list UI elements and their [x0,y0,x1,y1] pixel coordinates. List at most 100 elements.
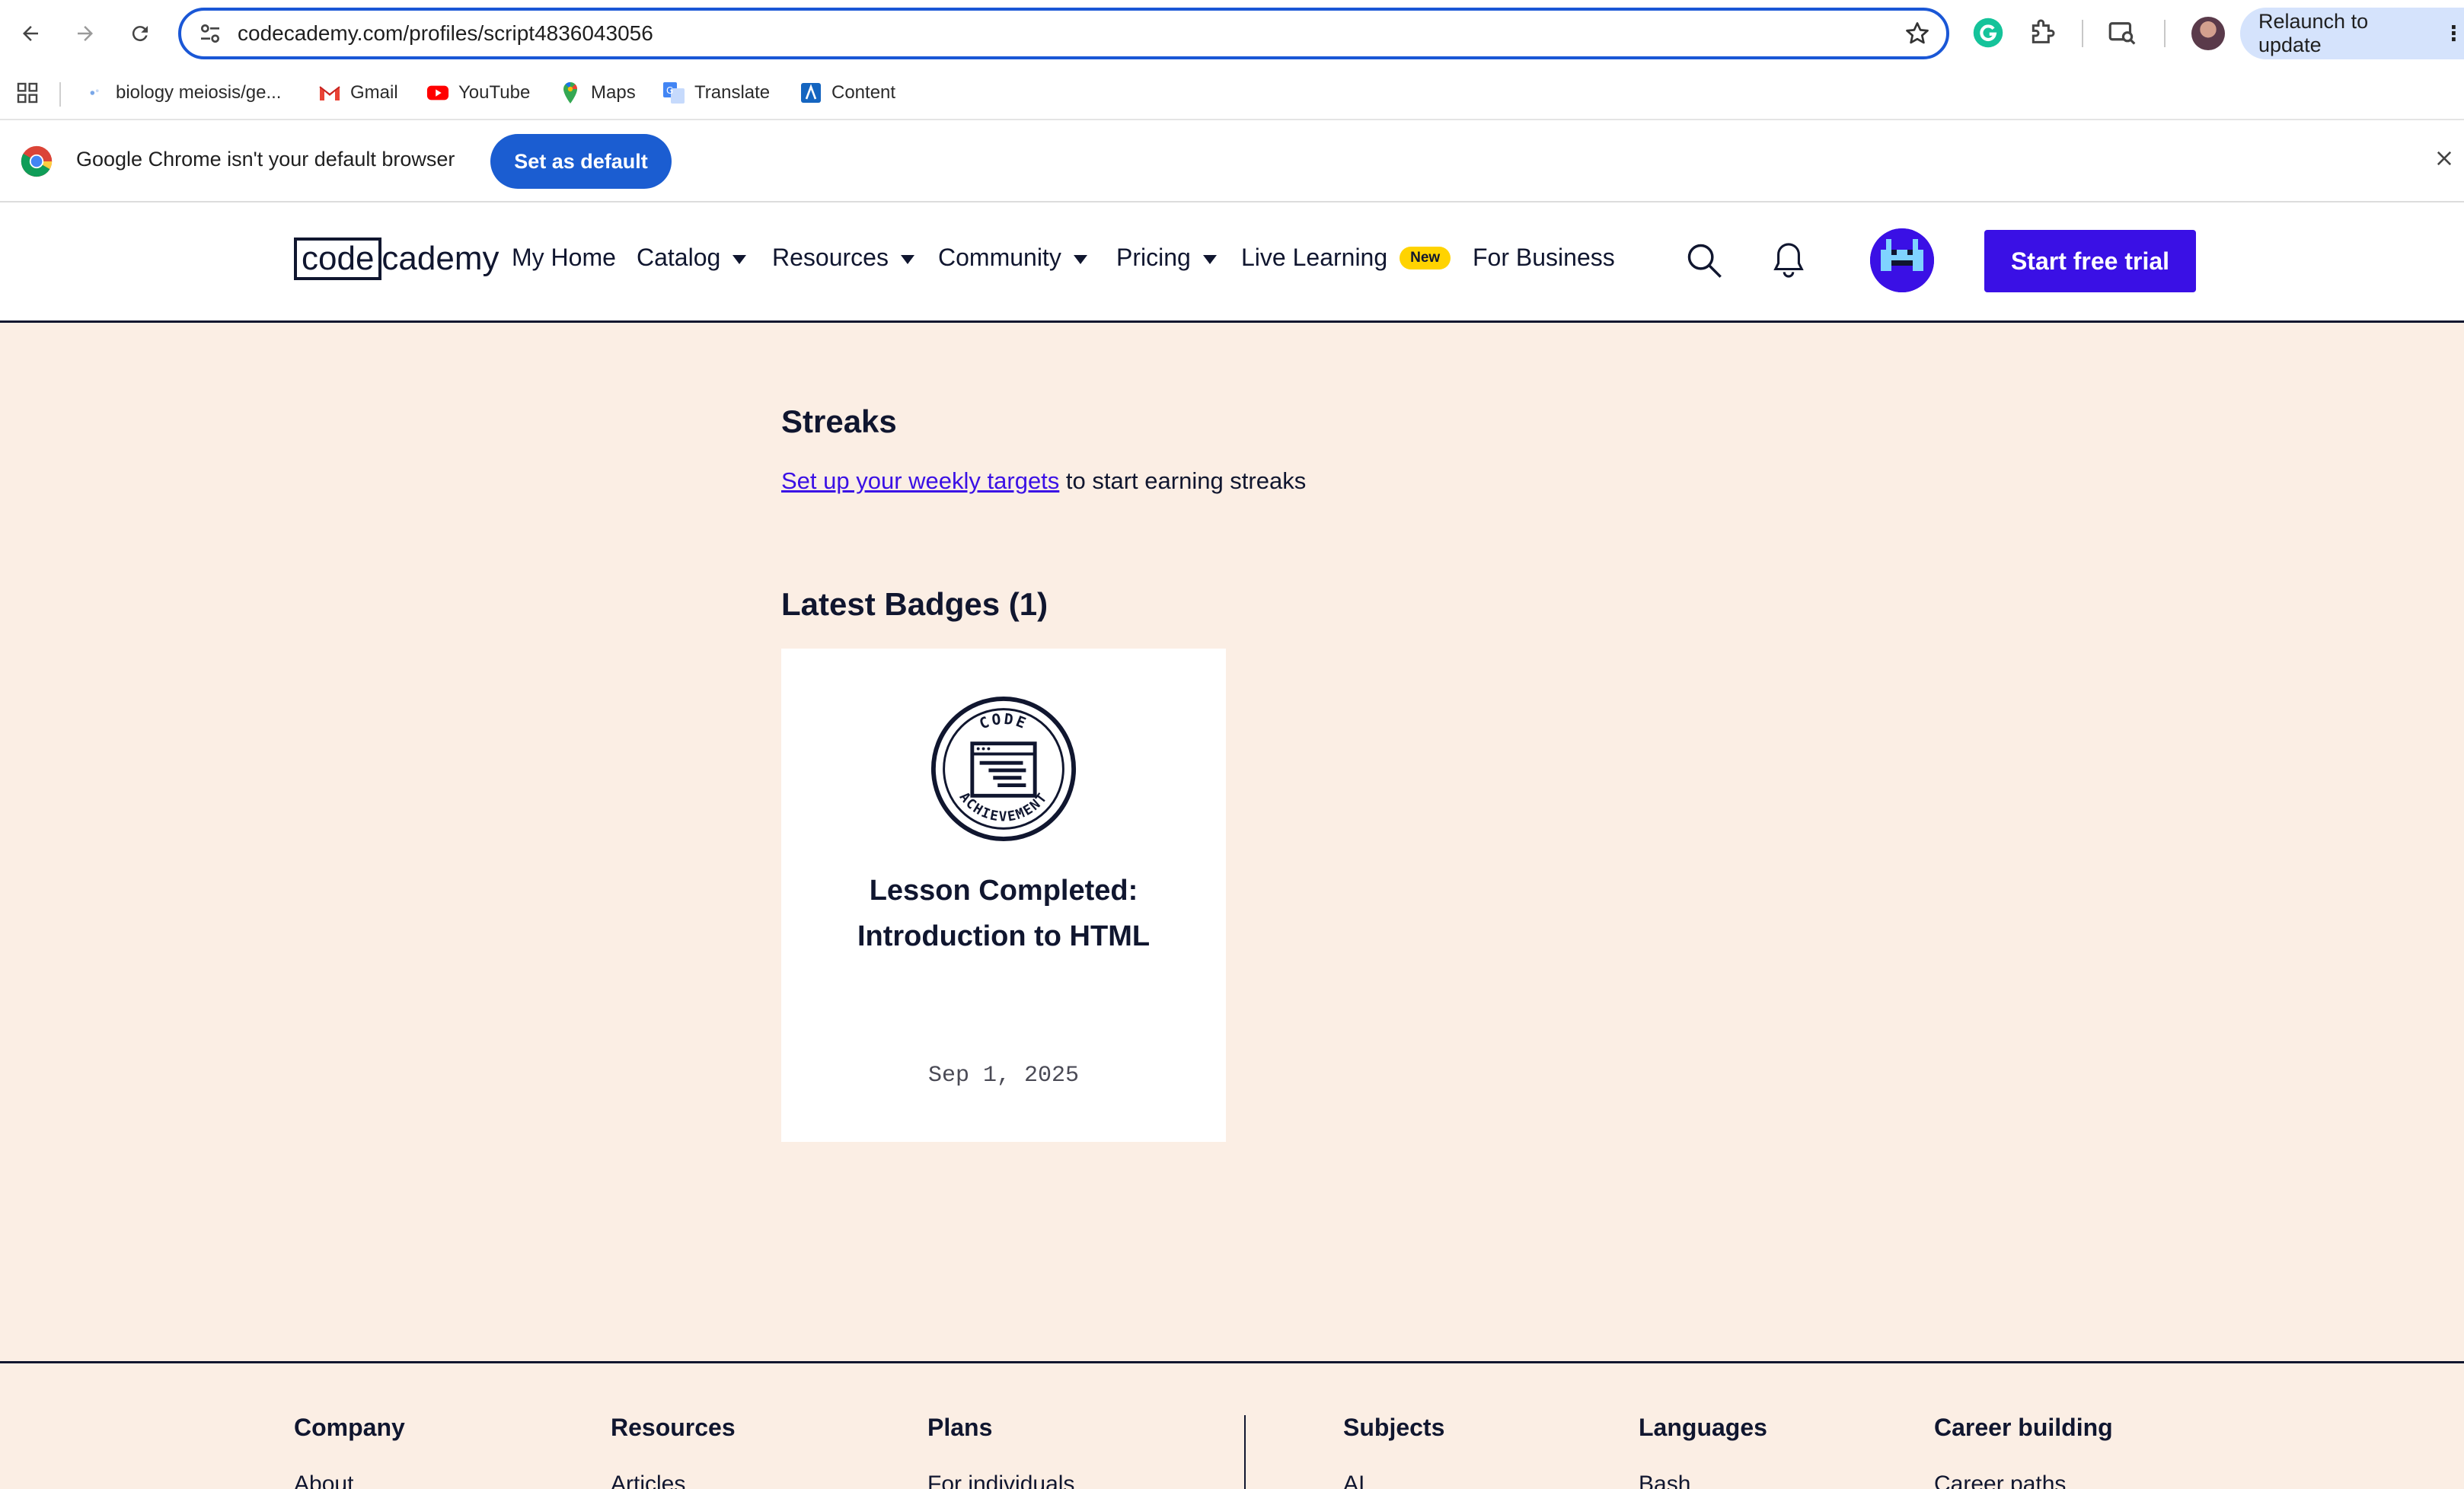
footer-link[interactable]: Career paths [1934,1471,2066,1489]
site-icon [84,81,107,104]
badge-date: Sep 1, 2025 [927,1063,1080,1089]
caret-down-icon [900,254,914,264]
footer-heading-subjects: Subjects [1343,1414,1445,1441]
streaks-suffix: to start earning streaks [1059,467,1307,494]
badge-title-line: Introduction to HTML [857,920,1151,952]
bookmark-youtube[interactable]: YouTube [426,79,530,107]
relaunch-button[interactable]: Relaunch to update ⋮ [2240,8,2464,59]
footer-link[interactable]: About [294,1471,353,1489]
url-text[interactable]: codecademy.com/profiles/script4836043056 [238,20,653,47]
footer-heading-languages: Languages [1639,1414,1767,1441]
svg-text:G: G [666,85,673,96]
nav-for-business[interactable]: For Business [1473,244,1615,272]
back-arrow-icon [23,26,38,41]
codecademy-logo[interactable]: code cademy [294,236,500,282]
logo-boxed-text: code [294,238,382,280]
user-avatar[interactable] [1870,228,1934,292]
new-badge: New [1400,246,1451,269]
bookmark-biology[interactable]: biology meiosis/ge... [84,79,281,107]
forward-button[interactable] [62,11,108,56]
nav-catalog[interactable]: Catalog [637,244,747,272]
badge-title: Lesson Completed: Introduction to HTML [781,868,1226,959]
browser-toolbar: codecademy.com/profiles/script4836043056… [0,0,2464,67]
streaks-description: Set up your weekly targets to start earn… [781,467,1306,495]
bookmark-label: Gmail [350,82,398,103]
nav-label: My Home [512,244,616,271]
bell-icon[interactable] [1771,241,1806,280]
tab-search-icon[interactable] [2106,17,2138,49]
bookmark-star-icon[interactable] [1904,20,1931,47]
forward-arrow-icon [78,26,93,41]
code-achievement-badge-icon: CODE ACHIEVEMENT [930,696,1077,842]
footer-link[interactable]: AI [1343,1471,1364,1489]
nav-label: Community [938,244,1061,271]
toolbar-divider [2164,20,2166,47]
caret-down-icon [732,254,747,264]
streaks-heading: Streaks [781,403,897,439]
site-header: code cademy My Home Catalog Resources Com… [0,202,2464,323]
default-browser-infobar: Google Chrome isn't your default browser… [0,120,2464,202]
bookmark-label: YouTube [458,82,531,103]
gmail-icon [318,81,341,104]
footer-link[interactable]: Articles [611,1471,685,1489]
nav-my-home[interactable]: My Home [512,244,616,272]
footer-link[interactable]: Bash [1639,1471,1690,1489]
caret-down-icon [1202,254,1217,264]
bookmark-maps[interactable]: Maps [559,79,636,107]
footer-heading-plans: Plans [927,1414,993,1441]
site-settings-icon[interactable] [198,21,222,46]
nav-label: Catalog [637,244,721,271]
pixel-avatar-icon [1870,228,1934,292]
extensions-icon[interactable] [2027,17,2057,47]
nav-label: Pricing [1116,244,1191,271]
bookmark-label: Maps [591,82,636,103]
toolbar-divider [2082,20,2083,47]
footer-heading-resources: Resources [611,1414,736,1441]
logo-text: cademy [381,240,500,277]
bookmark-label: biology meiosis/ge... [116,82,282,103]
site-footer: Company About Resources Articles Plans F… [0,1361,2464,1489]
translate-icon: G [662,81,685,104]
set-as-default-button[interactable]: Set as default [490,134,672,189]
maps-icon [559,81,582,104]
nav-live-learning[interactable]: Live Learning New [1241,244,1451,272]
footer-link[interactable]: For individuals [927,1471,1074,1489]
footer-divider [1244,1415,1246,1489]
bookmark-translate[interactable]: G Translate [662,79,770,107]
weekly-targets-link[interactable]: Set up your weekly targets [781,467,1059,494]
start-free-trial-button[interactable]: Start free trial [1984,230,2196,292]
relaunch-label: Relaunch to update [2258,10,2369,56]
grammarly-icon[interactable] [1972,17,2004,49]
chrome-logo-icon [21,145,53,177]
badge-card[interactable]: CODE ACHIEVEMENT Lesson Completed: Intro… [781,649,1226,1142]
nav-label: For Business [1473,244,1615,271]
nav-resources[interactable]: Resources [772,244,914,272]
nav-community[interactable]: Community [938,244,1087,272]
footer-heading-company: Company [294,1414,405,1441]
badge-title-line: Lesson Completed: [869,875,1138,907]
apps-grid-icon[interactable] [15,81,40,105]
bookmark-label: Translate [694,82,771,103]
footer-heading-career-building: Career building [1934,1414,2113,1441]
profile-avatar[interactable] [2191,17,2225,50]
content-icon [800,81,822,104]
address-bar[interactable]: codecademy.com/profiles/script4836043056 [178,8,1949,59]
bookmarks-divider [59,82,61,107]
reload-button[interactable] [117,11,163,56]
reload-icon [132,26,148,42]
nav-label: Live Learning [1241,244,1388,271]
infobar-message: Google Chrome isn't your default browser [76,148,455,171]
close-icon[interactable] [2434,148,2455,169]
nav-label: Resources [772,244,889,271]
nav-pricing[interactable]: Pricing [1116,244,1217,272]
search-icon[interactable] [1684,241,1724,280]
caret-down-icon [1073,254,1087,264]
bookmark-gmail[interactable]: Gmail [318,79,398,107]
bookmarks-bar: biology meiosis/ge... Gmail YouTube Maps… [0,67,2464,120]
latest-badges-heading: Latest Badges (1) [781,586,1048,622]
bookmark-content[interactable]: Content [800,79,895,107]
more-menu-icon[interactable]: ⋮ [2443,22,2464,46]
back-button[interactable] [8,11,53,56]
youtube-icon [426,81,449,104]
bookmark-label: Content [831,82,896,103]
